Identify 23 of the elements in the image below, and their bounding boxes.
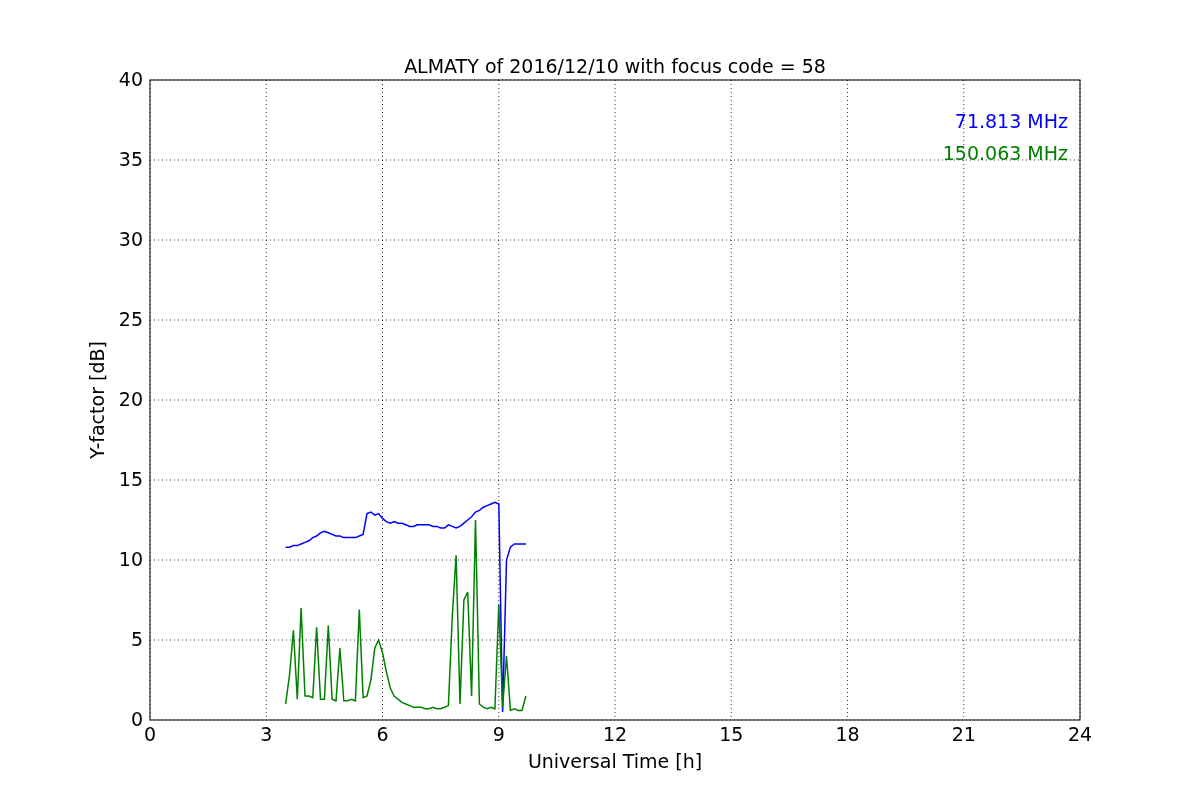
x-tick-label: 9	[492, 723, 505, 745]
legend-label: 71.813 MHz	[954, 110, 1068, 132]
x-tick-label: 6	[376, 723, 389, 745]
y-tick-label: 30	[118, 228, 143, 250]
x-tick-label: 15	[719, 723, 744, 745]
legend-label: 150.063 MHz	[942, 142, 1068, 164]
x-tick-label: 18	[835, 723, 860, 745]
y-tick-label: 40	[118, 68, 143, 90]
y-axis-label: Y-factor [dB]	[86, 341, 108, 459]
x-tick-label: 0	[143, 723, 157, 745]
y-tick-label: 35	[118, 148, 143, 170]
y-tick-label: 0	[130, 708, 143, 730]
x-tick-label: 24	[1067, 723, 1093, 745]
x-tick-label: 12	[602, 723, 628, 745]
y-tick-label: 10	[118, 548, 143, 570]
chart-title: ALMATY of 2016/12/10 with focus code = 58	[404, 55, 826, 77]
y-tick-label: 5	[130, 628, 143, 650]
y-tick-label: 20	[118, 388, 143, 410]
x-axis-label: Universal Time [h]	[527, 750, 703, 772]
x-tick-label: 3	[260, 723, 273, 745]
y-tick-label: 25	[118, 308, 143, 330]
y-tick-label: 15	[118, 468, 143, 490]
x-tick-label: 21	[951, 723, 976, 745]
